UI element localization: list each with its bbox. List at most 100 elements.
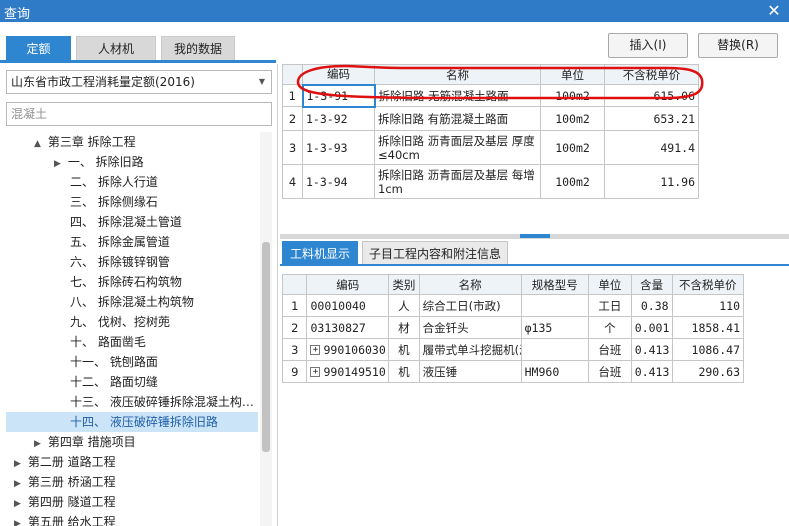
- table-row[interactable]: 1 00010040 人 综合工日(市政) 工日 0.38 110: [281, 294, 745, 317]
- expand-icon[interactable]: ▶: [14, 494, 24, 514]
- unit-cell: 台班: [587, 360, 632, 383]
- tree-node-label: 第四册 隧道工程: [27, 495, 116, 509]
- tab-work-content-notes[interactable]: 子目工程内容和附注信息: [362, 241, 508, 265]
- price-cell[interactable]: 290.63: [671, 360, 745, 383]
- name-cell: 拆除旧路 无筋混凝土路面: [374, 84, 541, 107]
- column-header[interactable]: 名称: [418, 274, 522, 295]
- insert-button[interactable]: 插入(I): [608, 33, 688, 58]
- quota-library-value: 山东省市政工程消耗量定额(2016): [11, 75, 195, 89]
- tree-node[interactable]: 四、 拆除混凝土管道: [70, 212, 182, 232]
- tree-scrollbar[interactable]: [260, 132, 272, 526]
- expand-icon[interactable]: ▶: [14, 474, 24, 494]
- expand-plus-icon[interactable]: +: [310, 345, 321, 355]
- unit-cell: 100m2: [540, 164, 605, 199]
- row-index: 4: [282, 164, 303, 199]
- code-cell[interactable]: 1-3-91: [301, 83, 376, 108]
- window-title: 查询: [4, 7, 31, 22]
- quantity-cell[interactable]: 0.38: [630, 294, 673, 317]
- tree-node[interactable]: 十一、 铣刨路面: [70, 352, 158, 372]
- expand-icon[interactable]: ▶: [54, 154, 64, 174]
- price-cell[interactable]: 110: [671, 294, 745, 317]
- window-titlebar: 查询 ✕: [0, 0, 789, 22]
- code-value: 990106030: [323, 342, 386, 357]
- quantity-cell[interactable]: 0.413: [630, 338, 673, 361]
- code-cell[interactable]: 1-3-93: [302, 130, 375, 165]
- tree-node[interactable]: ▶ 第五册 给水工程: [14, 512, 116, 526]
- panel-splitter[interactable]: [280, 234, 789, 239]
- quantity-cell[interactable]: 0.001: [630, 316, 673, 339]
- tree-node[interactable]: 九、 伐树、挖树蔸: [70, 312, 170, 332]
- tree-node-label: 第三册 桥涵工程: [27, 475, 116, 489]
- tree-node[interactable]: 十、 路面凿毛: [70, 332, 146, 352]
- expand-plus-icon[interactable]: +: [310, 367, 321, 377]
- column-header[interactable]: 类别: [388, 274, 420, 295]
- search-input[interactable]: 混凝土: [6, 102, 272, 126]
- code-value: 990149510: [323, 364, 386, 379]
- close-icon[interactable]: ✕: [765, 2, 783, 20]
- table-row[interactable]: 3 1-3-93 拆除旧路 沥青面层及基层 厚度≤40cm 100m2 491.…: [282, 130, 699, 165]
- column-header[interactable]: 编码: [302, 64, 375, 85]
- expand-icon[interactable]: ▶: [14, 454, 24, 474]
- right-panel: 编码 名称 单位 不含税单价 1 1-3-91 拆除旧路 无筋混凝土路面 100…: [280, 64, 789, 526]
- column-header[interactable]: 不含税单价: [671, 274, 745, 295]
- tree-node[interactable]: 十二、 路面切缝: [70, 372, 158, 392]
- tree-node[interactable]: ▶ 第二册 道路工程: [14, 452, 116, 472]
- column-header[interactable]: 编码: [306, 274, 390, 295]
- row-index: 3: [281, 338, 308, 361]
- tree-node[interactable]: 八、 拆除混凝土构筑物: [70, 292, 194, 312]
- category-cell: 机: [388, 338, 420, 361]
- tab-quota[interactable]: 定额: [6, 36, 71, 61]
- expand-icon[interactable]: ▶: [14, 514, 24, 526]
- column-header-index: [282, 64, 303, 85]
- replace-button[interactable]: 替换(R): [698, 33, 778, 58]
- spec-cell: φ135: [520, 316, 589, 339]
- tree-node[interactable]: 七、 拆除砖石构筑物: [70, 272, 182, 292]
- tree-node[interactable]: ▶ 一、 拆除旧路: [54, 152, 144, 172]
- quantity-cell[interactable]: 0.413: [630, 360, 673, 383]
- tab-my-data[interactable]: 我的数据: [161, 36, 235, 61]
- collapse-icon[interactable]: ▲: [34, 134, 44, 154]
- tree-node-selected[interactable]: 十四、 液压破碎锤拆除旧路: [6, 412, 258, 432]
- scrollbar-thumb[interactable]: [262, 242, 270, 452]
- table-row[interactable]: 3 +990106030 机 履带式单斗挖掘机(液压)… 台班 0.413 10…: [281, 338, 745, 361]
- expand-icon[interactable]: ▶: [34, 434, 44, 454]
- code-cell: +990106030: [306, 338, 390, 361]
- name-cell: 综合工日(市政): [418, 294, 522, 317]
- spec-cell: HM960: [520, 360, 589, 383]
- code-cell[interactable]: 1-3-94: [302, 164, 375, 199]
- table-row[interactable]: 4 1-3-94 拆除旧路 沥青面层及基层 每增1cm 100m2 11.96: [282, 164, 699, 199]
- tab-labor-material-machine[interactable]: 人材机: [76, 36, 156, 61]
- table-row[interactable]: 9 +990149510 机 液压锤 HM960 台班 0.413 290.63: [281, 360, 745, 383]
- column-header[interactable]: 名称: [374, 64, 541, 85]
- tree-node[interactable]: 十三、 液压破碎锤拆除混凝土构…: [70, 392, 254, 412]
- chevron-down-icon[interactable]: ▼: [259, 71, 265, 93]
- column-header[interactable]: 单位: [540, 64, 605, 85]
- name-cell: 拆除旧路 沥青面层及基层 每增1cm: [374, 164, 541, 199]
- tree-node[interactable]: 二、 拆除人行道: [70, 172, 158, 192]
- quota-library-select[interactable]: 山东省市政工程消耗量定额(2016) ▼: [6, 70, 272, 94]
- column-header[interactable]: 规格型号: [520, 274, 589, 295]
- table-row[interactable]: 1 1-3-91 拆除旧路 无筋混凝土路面 100m2 615.06: [282, 83, 699, 108]
- code-cell[interactable]: 1-3-92: [302, 106, 375, 131]
- table-row[interactable]: 2 03130827 材 合金钎头 φ135 个 0.001 1858.41: [281, 316, 745, 339]
- column-header[interactable]: 含量: [630, 274, 673, 295]
- tree-node[interactable]: 三、 拆除侧缘石: [70, 192, 158, 212]
- tree-node[interactable]: ▶ 第四章 措施项目: [34, 432, 136, 452]
- tree-node[interactable]: ▶ 第四册 隧道工程: [14, 492, 116, 512]
- column-header[interactable]: 不含税单价: [604, 64, 699, 85]
- price-cell: 11.96: [604, 164, 699, 199]
- table-header-row: 编码 名称 单位 不含税单价: [282, 64, 699, 85]
- tree-node[interactable]: 五、 拆除金属管道: [70, 232, 170, 252]
- resource-table: 编码 类别 名称 规格型号 单位 含量 不含税单价 1 00010040 人 综…: [281, 274, 745, 383]
- splitter-grip[interactable]: [520, 234, 550, 238]
- column-header[interactable]: 单位: [587, 274, 632, 295]
- tree-node[interactable]: 六、 拆除镀锌钢管: [70, 252, 170, 272]
- tree-node[interactable]: ▲ 第三章 拆除工程: [34, 132, 136, 152]
- tree-node[interactable]: ▶ 第三册 桥涵工程: [14, 472, 116, 492]
- tab-resource-display[interactable]: 工料机显示: [282, 241, 358, 265]
- table-row[interactable]: 2 1-3-92 拆除旧路 有筋混凝土路面 100m2 653.21: [282, 106, 699, 131]
- price-cell[interactable]: 1086.47: [671, 338, 745, 361]
- price-cell[interactable]: 1858.41: [671, 316, 745, 339]
- row-index: 1: [282, 84, 303, 107]
- price-cell: 615.06: [604, 84, 699, 107]
